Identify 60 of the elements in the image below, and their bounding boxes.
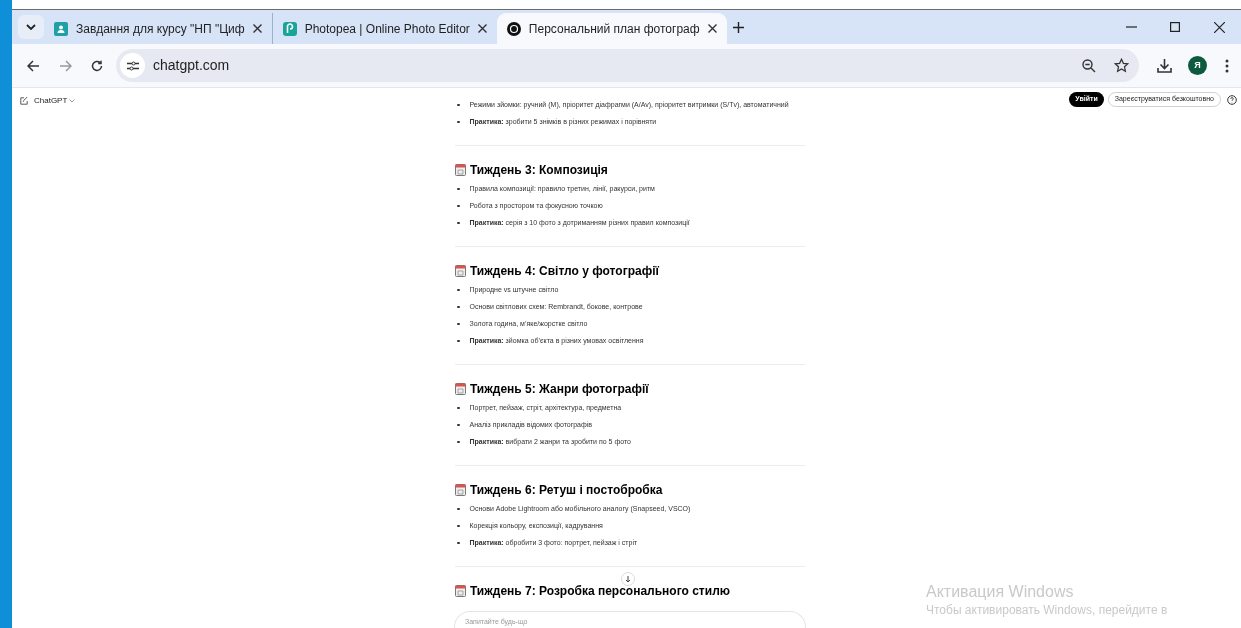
close-icon — [1213, 21, 1225, 33]
zoom-out-icon[interactable] — [1082, 58, 1096, 73]
browser-tab[interactable]: Персональний план фотограф — [496, 13, 727, 44]
address-bar[interactable]: chatgpt.com — [116, 49, 1139, 82]
week-heading: Тиждень 4: Світло у фотографії — [470, 264, 659, 278]
model-selector[interactable]: ChatGPT — [34, 95, 76, 107]
bullet-icon — [457, 103, 460, 107]
forward-arrow-icon — [58, 59, 72, 72]
calendar-icon — [455, 585, 466, 597]
sliders-icon — [126, 60, 139, 71]
calendar-icon — [455, 265, 466, 277]
bullet-icon — [457, 339, 460, 343]
bullet-icon — [457, 221, 460, 225]
week-heading: Тиждень 3: Композиція — [470, 163, 608, 177]
bullet-icon — [457, 507, 460, 511]
week-heading: Тиждень 6: Ретуш і постобробка — [470, 483, 663, 497]
week-heading: Тиждень 5: Жанри фотографії — [470, 382, 649, 396]
bullet-icon — [457, 305, 460, 309]
chevron-down-icon — [69, 99, 76, 103]
minimize-icon — [1125, 26, 1137, 28]
bullet-icon — [457, 524, 460, 528]
classroom-icon — [54, 21, 68, 36]
tab-list-button[interactable] — [18, 15, 44, 39]
chevron-down-icon — [26, 24, 36, 30]
close-tab-icon[interactable] — [252, 24, 262, 33]
site-settings-button[interactable] — [120, 53, 145, 78]
tab-title: Завдання для курсу "НП "Циф — [76, 20, 245, 38]
maximize-icon — [1170, 22, 1180, 32]
help-icon[interactable] — [1227, 94, 1237, 105]
down-arrow-icon — [625, 575, 631, 583]
bullet-icon — [457, 440, 460, 444]
tab-title: Photopea | Online Photo Editor — [304, 20, 470, 38]
photopea-icon — [282, 21, 297, 36]
bullet-icon — [457, 423, 460, 427]
url-text: chatgpt.com — [153, 56, 230, 75]
new-chat-icon[interactable] — [20, 97, 28, 105]
download-icon[interactable] — [1157, 58, 1172, 73]
close-tab-icon[interactable] — [477, 24, 487, 33]
calendar-icon — [455, 484, 466, 496]
bullet-icon — [457, 204, 460, 208]
close-tab-icon[interactable] — [707, 24, 717, 33]
profile-avatar[interactable]: Я — [1188, 56, 1207, 75]
chatgpt-icon — [506, 21, 521, 36]
week-heading: Тиждень 7: Розробка персонального стилю — [470, 584, 730, 598]
calendar-icon — [455, 164, 466, 176]
menu-icon[interactable] — [1225, 58, 1229, 73]
bookmark-star-icon[interactable] — [1114, 58, 1129, 73]
calendar-icon — [455, 383, 466, 395]
browser-tab[interactable]: Photopea | Online Photo Editor — [272, 13, 497, 44]
bullet-icon — [457, 187, 460, 191]
bullet-icon — [457, 120, 460, 124]
tab-title: Персональний план фотограф — [528, 20, 700, 38]
bullet-icon — [457, 541, 460, 545]
bullet-icon — [457, 322, 460, 326]
bullet-icon — [457, 288, 460, 292]
back-arrow-icon — [26, 59, 40, 72]
scroll-down-button[interactable] — [621, 572, 635, 586]
bullet-icon — [457, 406, 460, 410]
plus-icon — [733, 21, 745, 33]
reload-icon — [91, 59, 103, 72]
